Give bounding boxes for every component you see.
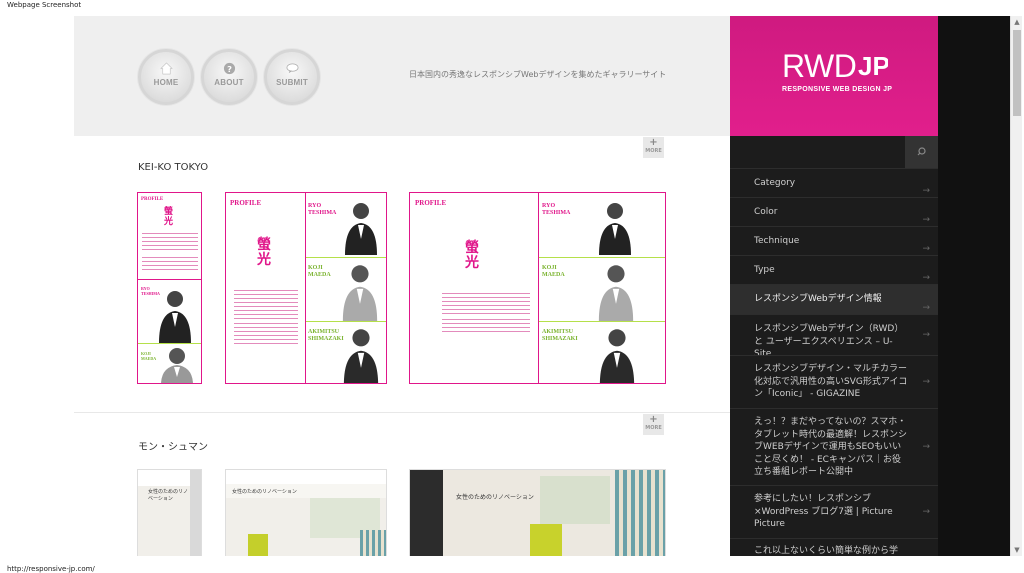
shot-kanji: 螢光 <box>465 240 479 271</box>
screenshot-caption-top: Webpage Screenshot <box>7 1 82 9</box>
section-title-label: レスポンシブWebデザイン情報 <box>754 294 882 304</box>
person-photo <box>343 329 379 383</box>
page-margin-dark <box>938 16 1010 556</box>
svg-text:?: ? <box>227 64 232 74</box>
nav-submit-button[interactable]: SUBMIT <box>264 49 320 105</box>
more-button[interactable]: + MORE <box>643 414 664 435</box>
sidebar-link[interactable]: レスポンシブデザイン・マルチカラー化対応で汎用性の高いSVG形式アイコン「Ico… <box>730 355 938 408</box>
shot-text-block <box>142 233 198 253</box>
sidebar-item-technique[interactable]: Technique → <box>730 226 938 255</box>
shot-heading: 女性のためのリノベーション <box>148 489 189 502</box>
entry-title[interactable]: モン・シュマン <box>138 438 208 453</box>
shot-name-akimitsu: AKIMITSU SHIMAZAKI <box>542 329 578 342</box>
site-tagline: 日本国内の秀逸なレスポンシブWebデザインを集めたギャラリーサイト <box>409 70 667 79</box>
entry-screenshot-tablet[interactable]: 女性のためのリノベーション <box>225 469 387 556</box>
svg-text:JP: JP <box>858 52 888 80</box>
search-icon <box>917 147 926 156</box>
sidebar-link[interactable]: レスポンシブWebデザイン（RWD）と ユーザーエクスペリエンス – U-Sit… <box>730 314 938 359</box>
sidebar-link[interactable]: 参考にしたい！レスポンシブ×WordPress ブログ7選 | Picture … <box>730 485 938 538</box>
sidebar-item-type[interactable]: Type → <box>730 255 938 284</box>
shot-heading: 女性のためのリノベーション <box>232 489 297 495</box>
sidebar-link[interactable]: これ以上ないくらい簡単な例から学 <box>730 538 938 556</box>
person-photo <box>342 265 378 321</box>
shot-text-block <box>442 319 530 335</box>
sidebar-link-label: レスポンシブWebデザイン（RWD）と ユーザーエクスペリエンス – U-Sit… <box>754 324 904 359</box>
shot-name-koji: KOJI MAEDA <box>308 265 331 278</box>
person-photo <box>345 203 377 255</box>
shot-profile-title: PROFILE <box>230 199 262 207</box>
logo-jp-mark: JP <box>858 52 888 80</box>
scroll-down-icon[interactable]: ▼ <box>1012 545 1022 555</box>
person-photo <box>161 348 193 383</box>
shot-name-koji: KOJI MAEDA <box>542 265 565 278</box>
nav-home-label: HOME <box>153 78 179 87</box>
plus-icon: + <box>649 414 658 425</box>
shot-text-block <box>234 323 298 345</box>
entry-screenshot-mobile[interactable]: PROFILE 螢光 RYO TESHIMA KOJI MAEDA <box>137 192 202 384</box>
scroll-up-icon[interactable]: ▲ <box>1012 17 1022 27</box>
logo-subtitle: RESPONSIVE WEB DESIGN JP <box>782 86 893 93</box>
shot-text-block <box>234 290 298 320</box>
home-icon <box>159 62 173 75</box>
sidebar-item-label: Type <box>754 265 775 275</box>
main-content: HOME ? ABOUT SUBMIT 日本国内の秀逸なレスポンシブWebデザイ… <box>74 16 730 556</box>
shot-profile-title: PROFILE <box>415 199 447 207</box>
shot-kanji: 螢光 <box>257 237 271 268</box>
speech-bubble-icon <box>286 63 298 74</box>
shot-name-koji: KOJI MAEDA <box>141 351 157 361</box>
shot-name-ryo: RYO TESHIMA <box>542 203 571 216</box>
nav-about-label: ABOUT <box>214 78 244 87</box>
entry-screenshot-tablet[interactable]: PROFILE 螢光 RYO TESHIMA KOJI MAEDA AKIMIT… <box>225 192 387 384</box>
shot-kanji: 螢光 <box>164 207 174 227</box>
person-photo <box>599 329 635 383</box>
search-input[interactable] <box>730 136 905 168</box>
nav-about-button[interactable]: ? ABOUT <box>201 49 257 105</box>
sidebar-link[interactable]: えっ！？まだやってないの？スマホ・タブレット時代の最適解！レスポンシブWEBデザ… <box>730 408 938 485</box>
search-bar <box>730 136 938 168</box>
shot-heading: 女性のためのリノベーション <box>456 494 534 501</box>
arrow-right-icon: → <box>922 377 930 387</box>
vertical-scrollbar[interactable]: ▲ ▼ <box>1010 16 1022 556</box>
search-button[interactable] <box>905 136 938 168</box>
arrow-right-icon: → <box>922 330 930 340</box>
plus-icon: + <box>649 137 658 148</box>
nav-submit-label: SUBMIT <box>276 78 308 87</box>
site-logo[interactable]: RWD JP RESPONSIVE WEB DESIGN JP <box>730 16 938 136</box>
arrow-right-icon: → <box>922 442 930 452</box>
sidebar: RWD JP RESPONSIVE WEB DESIGN JP Category… <box>730 16 938 556</box>
person-photo <box>598 265 634 321</box>
sidebar-link-label: これ以上ないくらい簡単な例から学 <box>754 546 899 556</box>
sidebar-item-category[interactable]: Category → <box>730 168 938 197</box>
more-label: MORE <box>645 148 662 154</box>
sidebar-link-label: レスポンシブデザイン・マルチカラー化対応で汎用性の高いSVG形式アイコン「Ico… <box>754 364 908 399</box>
shot-text-block <box>142 257 198 271</box>
entry-screenshot-desktop[interactable]: PROFILE 螢光 RYO TESHIMA KOJI MAEDA AKIMIT… <box>409 192 666 384</box>
site-header: HOME ? ABOUT SUBMIT 日本国内の秀逸なレスポンシブWebデザイ… <box>74 16 730 136</box>
more-button[interactable]: + MORE <box>643 137 664 158</box>
sidebar-item-label: Color <box>754 207 778 217</box>
entry-divider <box>74 412 730 413</box>
sidebar-item-label: Category <box>754 178 796 188</box>
person-photo <box>159 291 191 343</box>
entry-title[interactable]: KEI-KO TOKYO <box>138 162 208 173</box>
sidebar-link-label: えっ！？まだやってないの？スマホ・タブレット時代の最適解！レスポンシブWEBデザ… <box>754 417 908 477</box>
scrollbar-thumb[interactable] <box>1013 30 1021 116</box>
shot-text-block <box>442 293 530 315</box>
entry-screenshot-mobile[interactable]: 女性のためのリノベーション <box>137 469 202 556</box>
sidebar-link-label: 参考にしたい！レスポンシブ×WordPress ブログ7選 | Picture … <box>754 494 893 529</box>
sidebar-item-label: Technique <box>754 236 800 246</box>
sidebar-section-title: レスポンシブWebデザイン情報 → <box>730 284 938 314</box>
shot-profile-title: PROFILE <box>141 197 164 202</box>
arrow-right-icon: → <box>922 507 930 517</box>
logo-text: RWD <box>782 48 857 84</box>
question-icon: ? <box>223 62 235 75</box>
browser-viewport: HOME ? ABOUT SUBMIT 日本国内の秀逸なレスポンシブWebデザイ… <box>74 16 1010 556</box>
nav-home-button[interactable]: HOME <box>138 49 194 105</box>
sidebar-item-color[interactable]: Color → <box>730 197 938 226</box>
more-label: MORE <box>645 425 662 431</box>
person-photo <box>599 203 631 255</box>
shot-name-ryo: RYO TESHIMA <box>308 203 337 216</box>
entry-screenshot-desktop[interactable]: 女性のためのリノベーション <box>409 469 666 556</box>
